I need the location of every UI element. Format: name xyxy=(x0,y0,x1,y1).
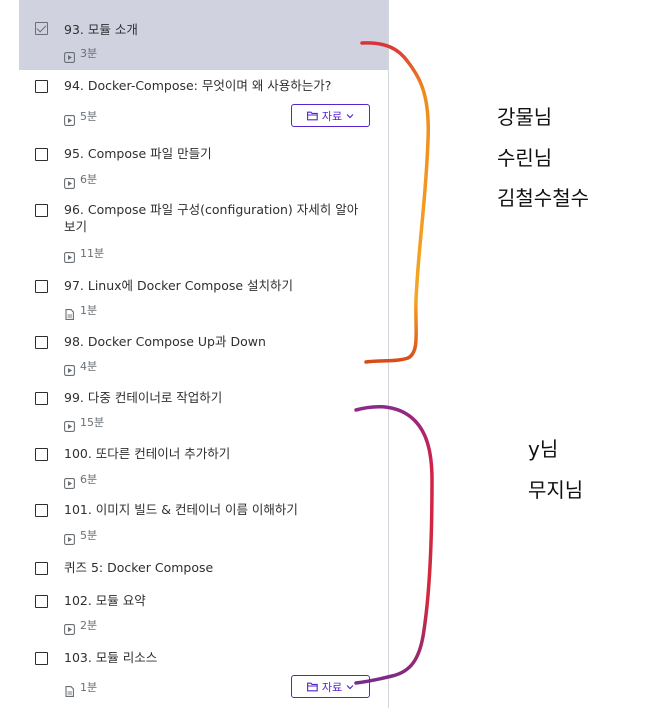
lesson-checkbox[interactable] xyxy=(35,22,48,35)
resources-dropdown-button[interactable]: 자료 xyxy=(291,104,370,127)
lesson-duration: 3분 xyxy=(80,47,98,60)
lesson-checkbox[interactable] xyxy=(35,148,48,161)
video-icon xyxy=(64,530,75,545)
lesson-title[interactable]: 97. Linux에 Docker Compose 설치하기 xyxy=(64,277,364,294)
lesson-title[interactable]: 퀴즈 5: Docker Compose xyxy=(64,559,364,576)
lesson-item[interactable]: 퀴즈 5: Docker Compose xyxy=(19,552,388,586)
lesson-title[interactable]: 103. 모듈 리소스 xyxy=(64,649,364,666)
annotation-name: 무지님 xyxy=(528,478,584,502)
lesson-meta: 15분 xyxy=(64,415,105,432)
lesson-duration: 1분 xyxy=(80,681,98,694)
lesson-meta: 3분 xyxy=(64,46,98,63)
folder-icon xyxy=(306,111,318,121)
lesson-duration: 1분 xyxy=(80,304,98,317)
lesson-item[interactable]: 102. 모듈 요약 2분 xyxy=(19,586,388,635)
lesson-item[interactable]: 97. Linux에 Docker Compose 설치하기 1분 xyxy=(19,272,388,328)
lesson-item[interactable]: 99. 다중 컨테이너로 작업하기 15분 xyxy=(19,384,388,440)
lesson-item[interactable]: 96. Compose 파일 구성(configuration) 자세히 알아보… xyxy=(19,196,388,272)
lesson-title[interactable]: 101. 이미지 빌드 & 컨테이너 이름 이해하기 xyxy=(64,501,364,518)
lesson-meta: 1분 xyxy=(64,680,98,697)
course-content-list: 93. 모듈 소개 3분 94. Docker-Compose: 무엇이며 왜 사용… xyxy=(19,0,389,708)
resources-label: 자료 xyxy=(321,680,343,694)
video-icon xyxy=(64,361,75,376)
video-icon xyxy=(64,248,75,263)
lesson-meta: 1분 xyxy=(64,303,98,320)
lesson-checkbox[interactable] xyxy=(35,392,48,405)
lesson-title[interactable]: 94. Docker-Compose: 무엇이며 왜 사용하는가? xyxy=(64,77,364,94)
lesson-checkbox[interactable] xyxy=(35,280,48,293)
annotation-name: 강물님 xyxy=(497,105,553,129)
lesson-meta: 5분 xyxy=(64,109,98,126)
lesson-meta: 4분 xyxy=(64,359,98,376)
lesson-meta: 6분 xyxy=(64,172,98,189)
lesson-duration: 15분 xyxy=(80,416,105,429)
lesson-checkbox[interactable] xyxy=(35,204,48,217)
resources-label: 자료 xyxy=(321,109,343,123)
lesson-meta: 11분 xyxy=(64,246,105,263)
lesson-checkbox[interactable] xyxy=(35,448,48,461)
lesson-duration: 4분 xyxy=(80,360,98,373)
lesson-duration: 5분 xyxy=(80,529,98,542)
lesson-meta: 5분 xyxy=(64,528,98,545)
annotation-name: 김철수철수 xyxy=(497,186,589,210)
lesson-meta: 6분 xyxy=(64,472,98,489)
lesson-item[interactable]: 98. Docker Compose Up과 Down 4분 xyxy=(19,328,388,384)
lesson-checkbox[interactable] xyxy=(35,504,48,517)
lesson-duration: 6분 xyxy=(80,473,98,486)
chevron-down-icon xyxy=(346,113,354,119)
lesson-title[interactable]: 95. Compose 파일 만들기 xyxy=(64,145,364,162)
lesson-title[interactable]: 102. 모듈 요약 xyxy=(64,592,364,609)
video-icon xyxy=(64,620,75,635)
annotation-name: y님 xyxy=(528,437,559,461)
document-icon xyxy=(64,682,75,697)
resources-dropdown-button[interactable]: 자료 xyxy=(291,675,370,698)
video-icon xyxy=(64,48,75,63)
lesson-item[interactable]: 95. Compose 파일 만들기 6분 xyxy=(19,140,388,196)
chevron-down-icon xyxy=(346,684,354,690)
lesson-checkbox[interactable] xyxy=(35,336,48,349)
lesson-checkbox[interactable] xyxy=(35,595,48,608)
lesson-title[interactable]: 96. Compose 파일 구성(configuration) 자세히 알아보… xyxy=(64,201,364,235)
lesson-checkbox[interactable] xyxy=(35,652,48,665)
lesson-duration: 6분 xyxy=(80,173,98,186)
lesson-title[interactable]: 99. 다중 컨테이너로 작업하기 xyxy=(64,389,364,406)
lesson-item[interactable]: 93. 모듈 소개 3분 xyxy=(19,0,388,70)
lesson-duration: 5분 xyxy=(80,110,98,123)
video-icon xyxy=(64,474,75,489)
lesson-duration: 11분 xyxy=(80,247,105,260)
annotation-name: 수린님 xyxy=(497,146,553,170)
lesson-checkbox[interactable] xyxy=(35,80,48,93)
lesson-item[interactable]: 94. Docker-Compose: 무엇이며 왜 사용하는가? 5분 자료 xyxy=(19,70,388,140)
lesson-duration: 2분 xyxy=(80,619,98,632)
video-icon xyxy=(64,417,75,432)
lesson-item[interactable]: 103. 모듈 리소스 1분 자료 xyxy=(19,634,388,708)
lesson-checkbox[interactable] xyxy=(35,562,48,575)
video-icon xyxy=(64,111,75,126)
lesson-title[interactable]: 100. 또다른 컨테이너 추가하기 xyxy=(64,445,364,462)
video-icon xyxy=(64,174,75,189)
lesson-title[interactable]: 98. Docker Compose Up과 Down xyxy=(64,333,364,350)
folder-icon xyxy=(306,682,318,692)
lesson-title[interactable]: 93. 모듈 소개 xyxy=(64,21,364,38)
lesson-item[interactable]: 100. 또다른 컨테이너 추가하기 6분 xyxy=(19,440,388,496)
lesson-item[interactable]: 101. 이미지 빌드 & 컨테이너 이름 이해하기 5분 xyxy=(19,496,388,552)
lesson-meta: 2분 xyxy=(64,618,98,635)
document-icon xyxy=(64,305,75,320)
